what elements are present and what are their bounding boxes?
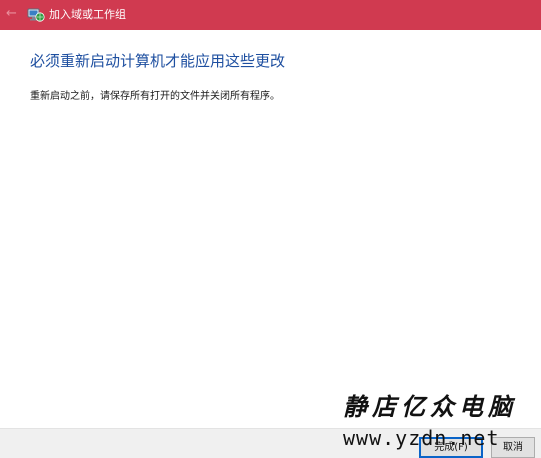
title-bar: ← 加入域或工作组 bbox=[0, 0, 541, 30]
window-title: 加入域或工作组 bbox=[49, 8, 126, 21]
restart-required-heading: 必须重新启动计算机才能应用这些更改 bbox=[30, 52, 286, 70]
back-arrow-icon[interactable]: ← bbox=[6, 7, 20, 21]
watermark-url: www.yzdn.net bbox=[343, 426, 500, 450]
save-files-instruction: 重新启动之前，请保存所有打开的文件并关闭所有程序。 bbox=[30, 91, 280, 102]
network-computer-icon bbox=[27, 8, 45, 22]
watermark-name: 静店亿众电脑 bbox=[343, 392, 517, 421]
